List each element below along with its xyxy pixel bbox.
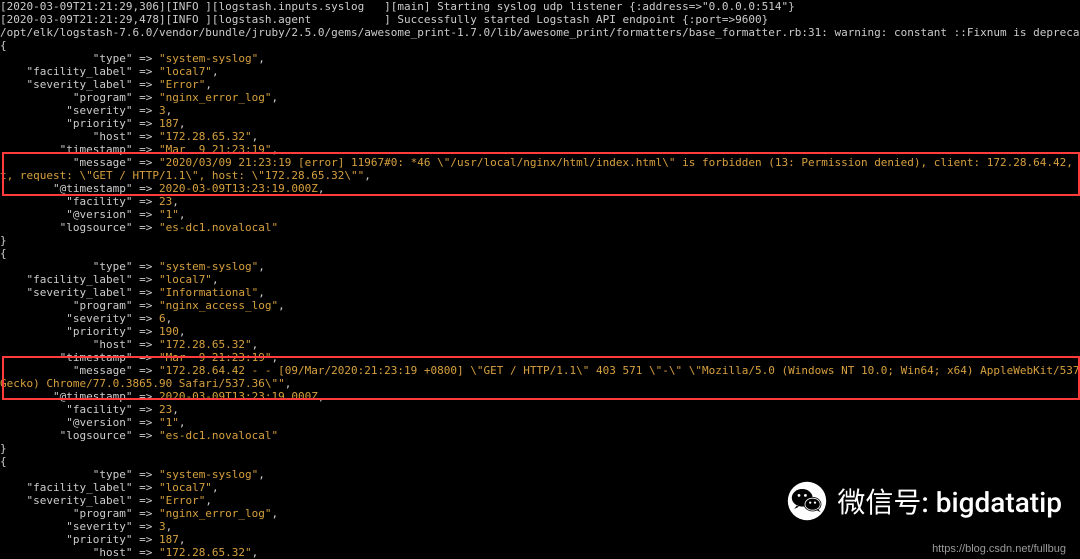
log-line: "severity_label" => "Error", <box>0 78 1080 91</box>
log-line: { <box>0 455 1080 468</box>
log-line: "severity" => 3, <box>0 520 1080 533</box>
log-line: "host" => "172.28.65.32", <box>0 338 1080 351</box>
log-line: t, request: \"GET / HTTP/1.1\", host: \"… <box>0 169 1080 182</box>
log-line: /opt/elk/logstash-7.6.0/vendor/bundle/jr… <box>0 26 1080 39</box>
log-line: "severity_label" => "Informational", <box>0 286 1080 299</box>
terminal-output[interactable]: [2020-03-09T21:21:29,306][INFO ][logstas… <box>0 0 1080 559</box>
log-line: "facility" => 23, <box>0 403 1080 416</box>
log-line: "program" => "nginx_error_log", <box>0 91 1080 104</box>
log-line: "timestamp" => "Mar 9 21:23:19", <box>0 143 1080 156</box>
log-line: { <box>0 39 1080 52</box>
watermark-text: 微信号: bigdatatip <box>837 481 1062 521</box>
log-line: [2020-03-09T21:21:29,306][INFO ][logstas… <box>0 0 1080 13</box>
log-line: "type" => "system-syslog", <box>0 52 1080 65</box>
log-line: "program" => "nginx_access_log", <box>0 299 1080 312</box>
log-line: "host" => "172.28.65.32", <box>0 130 1080 143</box>
log-line: "@timestamp" => 2020-03-09T13:23:19.000Z… <box>0 390 1080 403</box>
footer-url: https://blog.csdn.net/fullbug <box>932 543 1066 555</box>
log-line: { <box>0 247 1080 260</box>
log-line: "message" => "2020/03/09 21:23:19 [error… <box>0 156 1080 169</box>
log-line: "facility_label" => "local7", <box>0 273 1080 286</box>
log-line: [2020-03-09T21:21:29,478][INFO ][logstas… <box>0 13 1080 26</box>
log-line: "priority" => 190, <box>0 325 1080 338</box>
log-line: "@timestamp" => 2020-03-09T13:23:19.000Z… <box>0 182 1080 195</box>
log-line: "priority" => 187, <box>0 533 1080 546</box>
log-line: Gecko) Chrome/77.0.3865.90 Safari/537.36… <box>0 377 1080 390</box>
log-line: "severity" => 3, <box>0 104 1080 117</box>
log-line: "type" => "system-syslog", <box>0 468 1080 481</box>
log-line: "@version" => "1", <box>0 416 1080 429</box>
log-line: "type" => "system-syslog", <box>0 260 1080 273</box>
log-line: "severity" => 6, <box>0 312 1080 325</box>
log-line: "timestamp" => "Mar 9 21:23:19", <box>0 351 1080 364</box>
wechat-icon <box>787 481 827 521</box>
log-line: "@version" => "1", <box>0 208 1080 221</box>
log-line: } <box>0 442 1080 455</box>
log-line: "logsource" => "es-dc1.novalocal" <box>0 221 1080 234</box>
log-line: "priority" => 187, <box>0 117 1080 130</box>
watermark: 微信号: bigdatatip <box>787 481 1062 521</box>
log-line: "logsource" => "es-dc1.novalocal" <box>0 429 1080 442</box>
log-line: "facility" => 23, <box>0 195 1080 208</box>
log-line: "message" => "172.28.64.42 - - [09/Mar/2… <box>0 364 1080 377</box>
log-line: "host" => "172.28.65.32", <box>0 546 1080 559</box>
log-line: } <box>0 234 1080 247</box>
log-line: "facility_label" => "local7", <box>0 65 1080 78</box>
